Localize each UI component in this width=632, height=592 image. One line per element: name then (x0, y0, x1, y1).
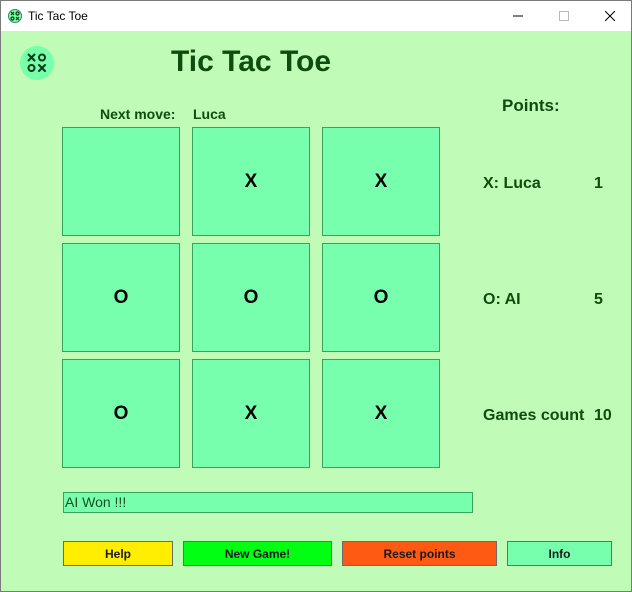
board-cell-8[interactable]: X (192, 359, 310, 468)
score-x-label: X: Luca (483, 175, 541, 192)
app-icon (8, 9, 22, 23)
window-title: Tic Tac Toe (28, 9, 88, 23)
next-move-label: Next move: (100, 106, 176, 122)
close-icon (605, 11, 615, 21)
close-button[interactable] (587, 1, 632, 31)
board-cell-5[interactable]: O (192, 243, 310, 352)
board-cell-4[interactable]: O (62, 243, 180, 352)
help-button[interactable]: Help (63, 541, 173, 566)
board-cell-2[interactable]: X (192, 127, 310, 236)
board-cell-7[interactable]: O (62, 359, 180, 468)
board-cell-3[interactable]: X (322, 127, 440, 236)
minimize-icon (513, 15, 523, 17)
page-title: Tic Tac Toe (171, 45, 332, 78)
games-count-value: 10 (594, 407, 612, 424)
title-bar[interactable]: Tic Tac Toe (1, 1, 631, 31)
maximize-icon (559, 11, 569, 21)
new-game-button[interactable]: New Game! (183, 541, 332, 566)
maximize-button[interactable] (541, 1, 587, 31)
board-cell-9[interactable]: X (322, 359, 440, 468)
score-x-value: 1 (594, 175, 603, 192)
games-count-label: Games count (483, 407, 585, 424)
board-cell-1[interactable] (62, 127, 180, 236)
tic-tac-toe-icon (20, 46, 54, 80)
status-message: AI Won !!! (63, 492, 473, 513)
points-title: Points: (502, 96, 560, 115)
next-move-player: Luca (193, 106, 226, 122)
board-cell-6[interactable]: O (322, 243, 440, 352)
info-button[interactable]: Info (507, 541, 612, 566)
reset-points-button[interactable]: Reset points (342, 541, 497, 566)
score-o-label: O: AI (483, 291, 521, 308)
app-window: Tic Tac Toe Tic Tac Toe Next move: Luca … (0, 0, 632, 592)
minimize-button[interactable] (495, 1, 541, 31)
score-o-value: 5 (594, 291, 603, 308)
